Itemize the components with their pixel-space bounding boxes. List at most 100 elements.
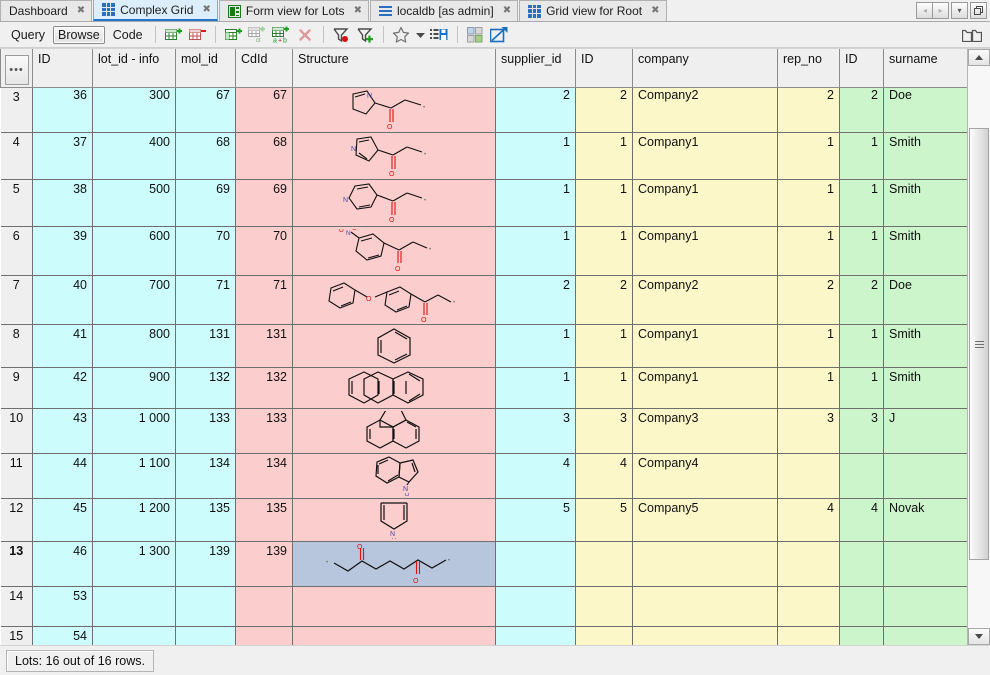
- table-row[interactable]: 5385006969ON•11Company111Smith: [1, 179, 968, 226]
- layout-button[interactable]: [465, 24, 486, 45]
- column-chooser-button[interactable]: •••: [5, 55, 29, 85]
- row-header[interactable]: 9: [1, 367, 33, 408]
- column-header-structure[interactable]: Structure: [293, 49, 496, 87]
- row-header[interactable]: 15: [1, 626, 33, 645]
- structure-cell[interactable]: [293, 586, 496, 626]
- table-cell[interactable]: 1: [840, 132, 884, 179]
- structure-cell[interactable]: ON•: [293, 132, 496, 179]
- table-cell[interactable]: 2: [496, 275, 576, 324]
- tab-form-view-for-lots[interactable]: Form view for Lots ✖: [219, 0, 369, 21]
- table-cell[interactable]: 135: [176, 498, 236, 541]
- table-cell[interactable]: 71: [176, 275, 236, 324]
- table-cell[interactable]: 132: [236, 367, 293, 408]
- table-cell[interactable]: 1: [496, 324, 576, 367]
- table-row[interactable]: 1453: [1, 586, 968, 626]
- row-header[interactable]: 14: [1, 586, 33, 626]
- table-cell[interactable]: 4: [778, 498, 840, 541]
- table-cell[interactable]: Smith: [884, 226, 968, 275]
- table-row[interactable]: 6396007070ONOO•11Company111Smith: [1, 226, 968, 275]
- table-cell[interactable]: 400: [93, 132, 176, 179]
- table-cell[interactable]: 134: [236, 453, 293, 498]
- table-cell[interactable]: [840, 626, 884, 645]
- table-cell[interactable]: [840, 453, 884, 498]
- structure-cell[interactable]: ON•: [293, 179, 496, 226]
- clear-button[interactable]: [295, 24, 316, 45]
- table-cell[interactable]: 900: [93, 367, 176, 408]
- tab-close-icon[interactable]: ✖: [651, 6, 659, 16]
- table-cell[interactable]: Novak: [884, 498, 968, 541]
- table-cell[interactable]: 139: [236, 541, 293, 586]
- table-cell[interactable]: 68: [236, 132, 293, 179]
- table-cell[interactable]: Smith: [884, 179, 968, 226]
- column-header-company[interactable]: company: [633, 49, 778, 87]
- column-header-surname[interactable]: surname: [884, 49, 968, 87]
- table-cell[interactable]: 41: [33, 324, 93, 367]
- table-cell[interactable]: 3: [778, 408, 840, 453]
- table-cell[interactable]: Company2: [633, 87, 778, 132]
- row-header[interactable]: 8: [1, 324, 33, 367]
- table-cell[interactable]: 1: [576, 179, 633, 226]
- table-cell[interactable]: 53: [33, 586, 93, 626]
- table-cell[interactable]: 131: [176, 324, 236, 367]
- table-cell[interactable]: 68: [176, 132, 236, 179]
- table-cell[interactable]: 2: [840, 87, 884, 132]
- row-header[interactable]: 12: [1, 498, 33, 541]
- structure-cell[interactable]: [293, 324, 496, 367]
- table-row[interactable]: 4374006868ON•11Company111Smith: [1, 132, 968, 179]
- table-cell[interactable]: Company4: [633, 453, 778, 498]
- row-header[interactable]: 3: [1, 87, 33, 132]
- row-header[interactable]: 4: [1, 132, 33, 179]
- structure-cell[interactable]: NH: [293, 453, 496, 498]
- add-row-button[interactable]: [163, 24, 184, 45]
- table-row[interactable]: 84180013113111Company111Smith: [1, 324, 968, 367]
- restore-window-button[interactable]: [970, 2, 987, 19]
- table-cell[interactable]: [93, 586, 176, 626]
- row-header[interactable]: 5: [1, 179, 33, 226]
- table-cell[interactable]: 300: [93, 87, 176, 132]
- scroll-tabs-left-button[interactable]: ◂: [916, 2, 933, 19]
- table-cell[interactable]: 36: [33, 87, 93, 132]
- table-cell[interactable]: 39: [33, 226, 93, 275]
- scroll-up-icon[interactable]: [968, 49, 990, 66]
- table-cell[interactable]: [884, 626, 968, 645]
- scrollbar-track[interactable]: [968, 66, 990, 628]
- tab-close-icon[interactable]: ✖: [202, 5, 210, 15]
- table-cell[interactable]: [633, 586, 778, 626]
- table-cell[interactable]: 500: [93, 179, 176, 226]
- table-cell[interactable]: 69: [176, 179, 236, 226]
- table-cell[interactable]: [633, 541, 778, 586]
- table-cell[interactable]: [496, 541, 576, 586]
- table-cell[interactable]: [633, 626, 778, 645]
- structure-cell[interactable]: ON•: [293, 87, 496, 132]
- add-filter-button[interactable]: [355, 24, 376, 45]
- table-cell[interactable]: [236, 626, 293, 645]
- table-cell[interactable]: 1: [840, 324, 884, 367]
- favorites-dropdown-button[interactable]: [415, 24, 426, 45]
- table-cell[interactable]: 69: [236, 179, 293, 226]
- table-cell[interactable]: 1: [778, 226, 840, 275]
- structure-cell[interactable]: OO••: [293, 541, 496, 586]
- table-row[interactable]: 3363006767ON•22Company222Doe: [1, 87, 968, 132]
- row-header[interactable]: 13: [1, 541, 33, 586]
- table-cell[interactable]: [884, 586, 968, 626]
- table-row[interactable]: 94290013213211Company111Smith: [1, 367, 968, 408]
- table-cell[interactable]: 1 100: [93, 453, 176, 498]
- row-header[interactable]: 11: [1, 453, 33, 498]
- table-cell[interactable]: 67: [176, 87, 236, 132]
- scrollbar-thumb[interactable]: [969, 128, 989, 560]
- table-cell[interactable]: [236, 586, 293, 626]
- table-cell[interactable]: 5: [576, 498, 633, 541]
- row-header[interactable]: 6: [1, 226, 33, 275]
- table-cell[interactable]: 38: [33, 179, 93, 226]
- structure-cell[interactable]: NH: [293, 498, 496, 541]
- scroll-tabs-right-button[interactable]: ▸: [932, 2, 949, 19]
- table-cell[interactable]: [778, 541, 840, 586]
- table-cell[interactable]: 67: [236, 87, 293, 132]
- table-cell[interactable]: Smith: [884, 132, 968, 179]
- add-text-column-button[interactable]: a + b: [271, 24, 292, 45]
- grid-scroll-area[interactable]: ••• ID lot_id - info mol_id CdId Structu…: [0, 49, 967, 645]
- table-cell[interactable]: Doe: [884, 87, 968, 132]
- table-cell[interactable]: Doe: [884, 275, 968, 324]
- table-cell[interactable]: 3: [840, 408, 884, 453]
- table-cell[interactable]: 1: [778, 179, 840, 226]
